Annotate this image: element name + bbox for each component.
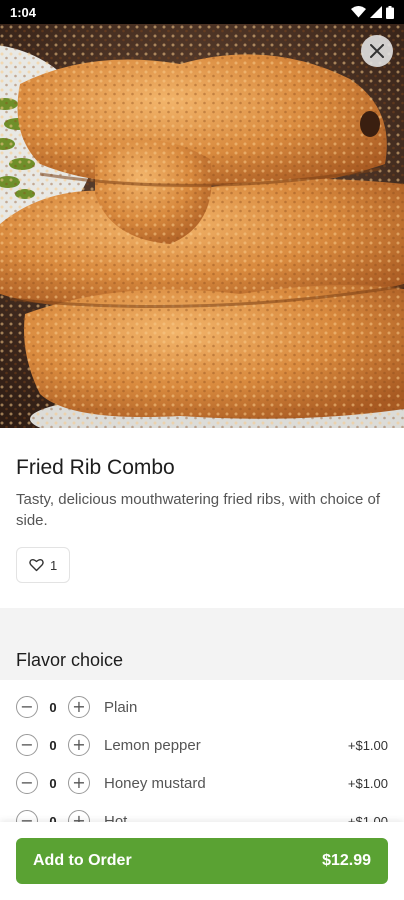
quantity-stepper: − 0 + — [16, 772, 90, 794]
fried-ribs-image — [0, 24, 404, 428]
status-time: 1:04 — [10, 4, 37, 20]
option-name: Lemon pepper — [104, 736, 201, 754]
increment-button[interactable]: + — [68, 734, 90, 756]
quantity-stepper: − 0 + — [16, 696, 90, 718]
option-name: Plain — [104, 698, 138, 716]
food-photo — [0, 24, 404, 428]
increment-button[interactable]: + — [68, 772, 90, 794]
add-to-order-button[interactable]: Add to Order $12.99 — [16, 838, 388, 884]
decrement-button[interactable]: − — [16, 734, 38, 756]
close-button[interactable] — [361, 35, 393, 67]
section-title: Flavor choice — [16, 650, 124, 670]
heart-icon — [29, 558, 44, 572]
item-description: Tasty, delicious mouthwatering fried rib… — [16, 491, 381, 529]
status-icons — [351, 5, 394, 19]
add-to-order-label: Add to Order — [33, 852, 132, 869]
flavor-options-list: − 0 + Plain − 0 + Lemon pepper +$1.00 − … — [0, 688, 404, 840]
battery-icon — [386, 5, 394, 19]
signal-icon — [370, 6, 382, 18]
order-total-price: $12.99 — [322, 852, 371, 869]
option-quantity: 0 — [49, 775, 57, 791]
option-row: − 0 + Plain — [0, 688, 404, 726]
bottom-action-bar: Add to Order $12.99 — [0, 822, 404, 900]
section-divider — [0, 608, 404, 640]
close-icon — [370, 44, 384, 58]
quantity-stepper: − 0 + — [16, 734, 90, 756]
like-count: 1 — [50, 557, 58, 573]
option-name: Honey mustard — [104, 774, 206, 792]
increment-button[interactable]: + — [68, 696, 90, 718]
decrement-button[interactable]: − — [16, 696, 38, 718]
option-price: +$1.00 — [347, 775, 388, 791]
status-bar: 1:04 — [0, 0, 404, 24]
item-info: Fried Rib Combo Tasty, delicious mouthwa… — [0, 428, 404, 583]
like-button[interactable]: 1 — [16, 547, 71, 583]
flavor-section-header: Flavor choice — [0, 640, 404, 680]
item-title: Fried Rib Combo — [16, 456, 175, 479]
option-price: +$1.00 — [347, 737, 388, 753]
option-row: − 0 + Honey mustard +$1.00 — [0, 764, 404, 802]
option-row: − 0 + Lemon pepper +$1.00 — [0, 726, 404, 764]
decrement-button[interactable]: − — [16, 772, 38, 794]
option-quantity: 0 — [49, 699, 57, 715]
wifi-icon — [351, 6, 366, 18]
option-quantity: 0 — [49, 737, 57, 753]
